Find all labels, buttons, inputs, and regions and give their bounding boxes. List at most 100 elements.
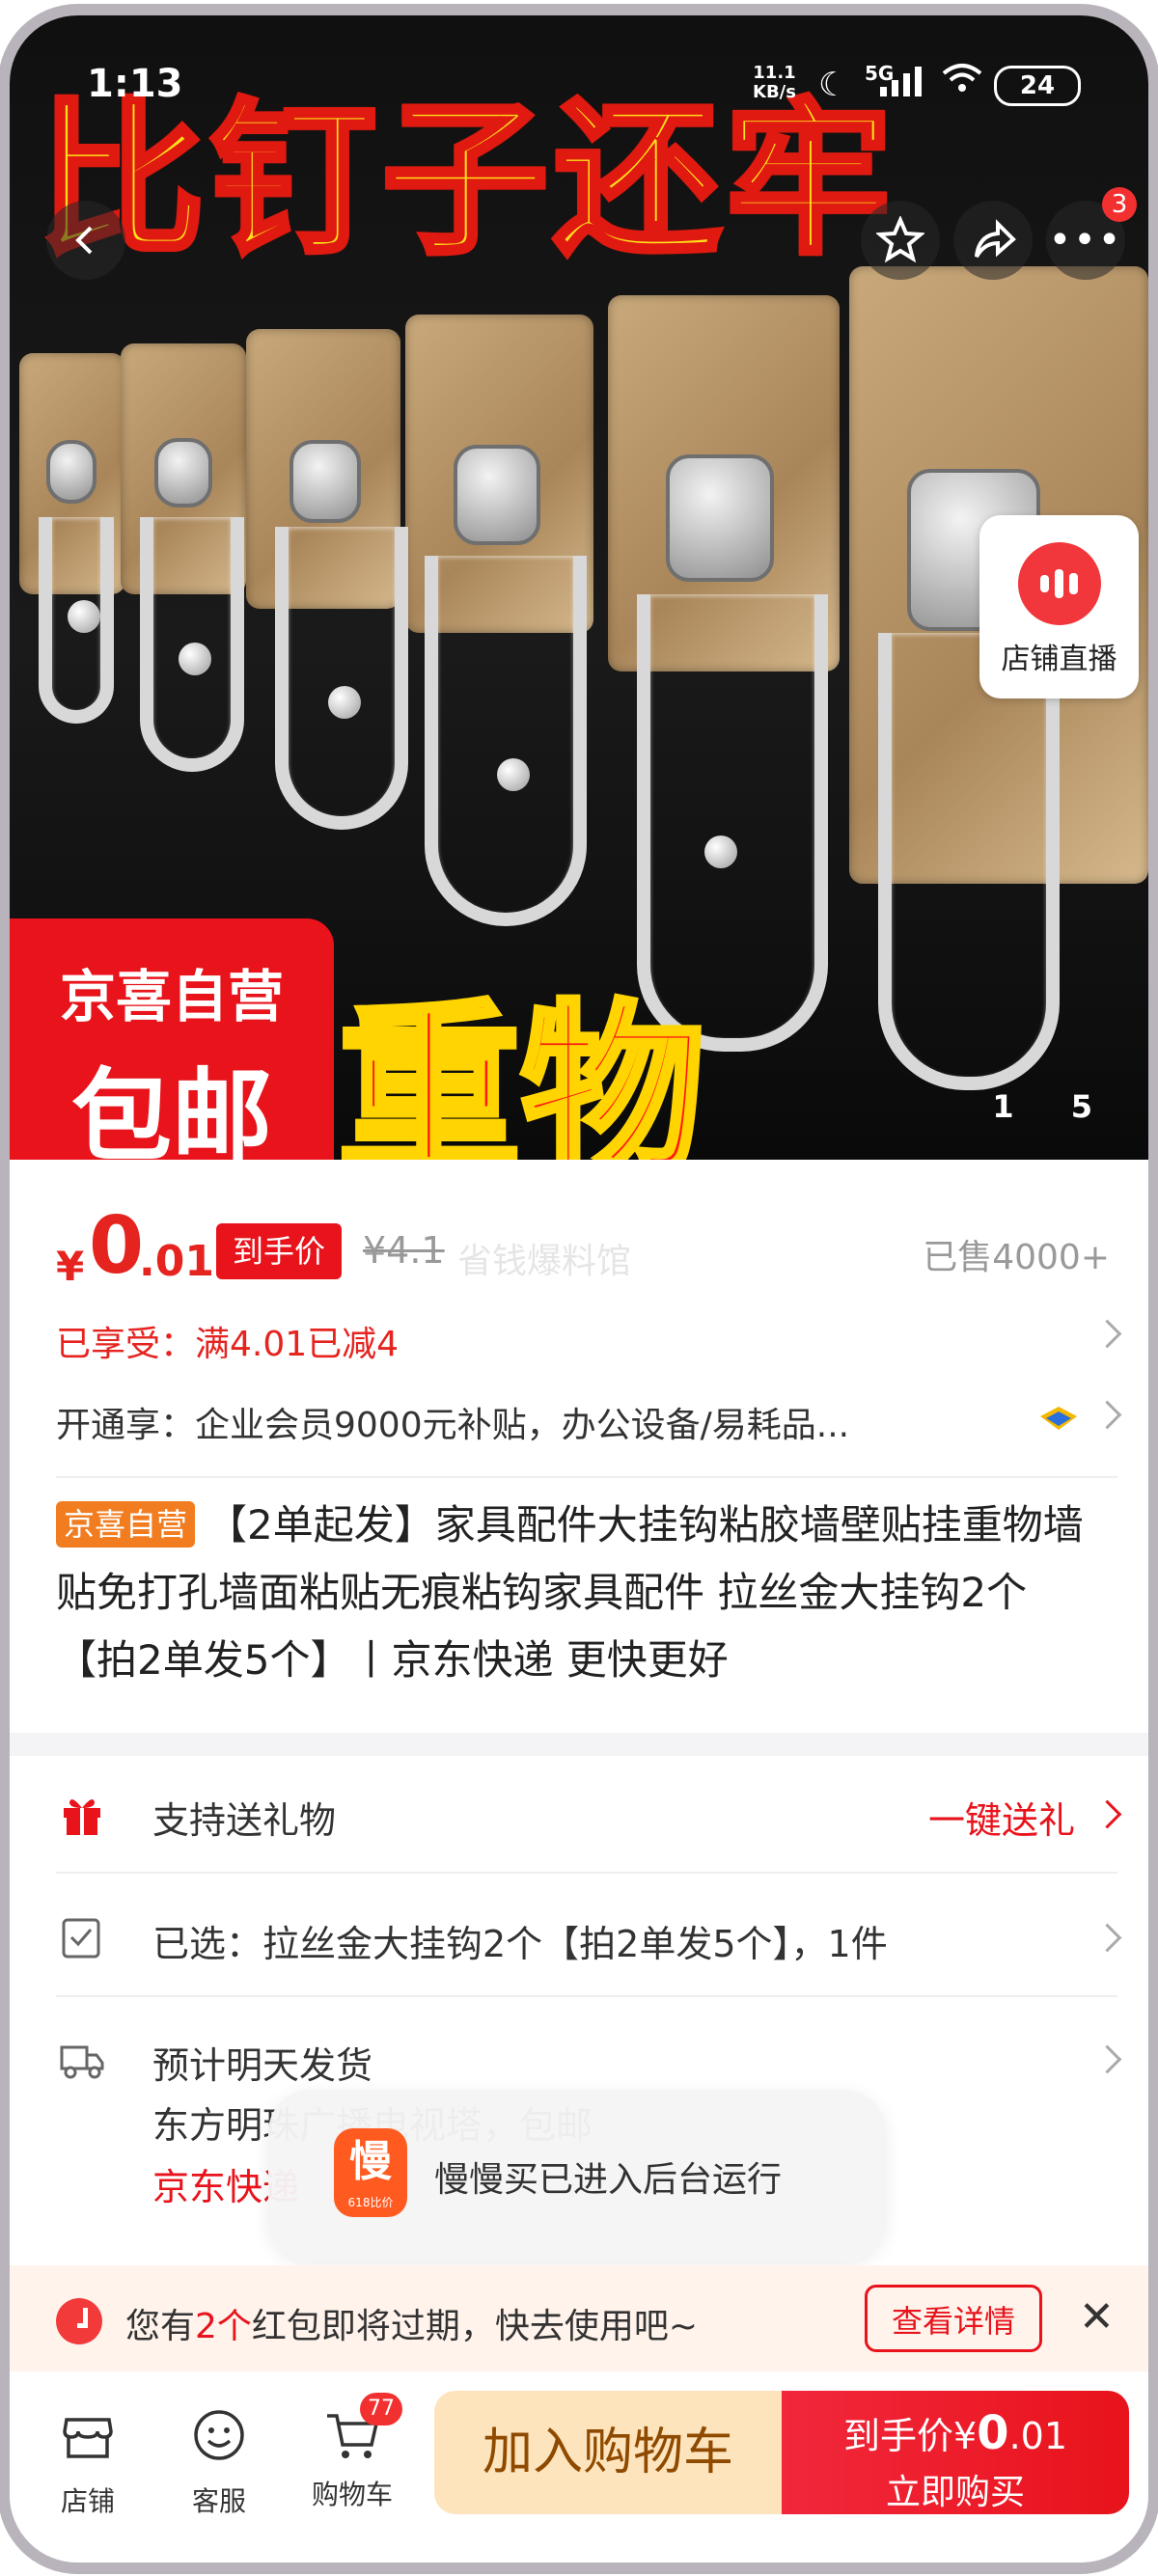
service-tab-label: 客服 <box>191 2485 246 2517</box>
pager-current: 1 <box>992 1088 1014 1125</box>
badge-line2: 包邮 <box>70 1057 272 1160</box>
hook-tip <box>704 836 737 868</box>
customer-service-icon <box>194 2410 244 2460</box>
ship-label: 预计明天发货 <box>152 2044 373 2087</box>
product-title: 京喜自营 【2单起发】家具配件大挂钩粘胶墙壁贴挂重物墙贴免打孔墙面粘贴无痕粘钩家具… <box>56 1492 1098 1694</box>
clock-icon <box>56 2298 102 2344</box>
signal-bars-icon <box>880 67 922 96</box>
jingxi-badge: 京喜自营 包邮 <box>10 918 334 1160</box>
moon-icon: ☾ <box>818 66 848 104</box>
more-icon: ••• <box>1048 218 1123 262</box>
coupon-text: 您有2个红包即将过期，快去使用吧~ <box>125 2298 698 2348</box>
buy-now-label: 立即购买 <box>885 2473 1025 2512</box>
promo-enjoyed-row[interactable]: 已享受：满4.01已减4 <box>56 1316 1122 1374</box>
chevron-right-icon <box>1092 1400 1122 1430</box>
bottom-action-bar: 店铺 客服 77 购物车 加入购物车 到手价¥0.01 立即购买 <box>10 2371 1148 2562</box>
selected-spec-text: 已选：拉丝金大挂钩2个【拍2单发5个】，1件 <box>152 1923 888 1965</box>
hook-mount <box>46 440 96 504</box>
cart-icon-wrap: 77 <box>323 2393 402 2464</box>
product-image-carousel[interactable]: 比钉子还牢 京喜自营 包邮 重物 1 5 <box>10 15 1148 1160</box>
divider <box>56 1872 1117 1874</box>
logo-sub: 618比价 <box>347 2196 394 2209</box>
shop-tab-label: 店铺 <box>60 2485 115 2517</box>
buy-now-button[interactable]: 到手价¥0.01 立即购买 <box>782 2391 1129 2514</box>
original-price: ¥4.1 <box>363 1229 445 1272</box>
more-badge: 3 <box>1102 187 1137 222</box>
live-label: 店铺直播 <box>1001 643 1117 676</box>
star-icon <box>876 216 924 263</box>
gift-label: 支持送礼物 <box>152 1799 337 1842</box>
favorite-button[interactable] <box>861 201 940 280</box>
live-icon <box>1017 542 1101 625</box>
battery-indicator: 24 <box>994 66 1081 106</box>
buy-price: 到手价¥0.01 <box>782 2406 1129 2460</box>
truck-icon <box>60 2045 104 2079</box>
product-title-text: 【2单起发】家具配件大挂钩粘胶墙壁贴挂重物墙贴免打孔墙面粘贴无痕粘钩家具配件 拉… <box>56 1501 1084 1684</box>
shop-watermark: 省钱爆料馆 <box>457 1242 632 1281</box>
share-button[interactable] <box>953 201 1033 280</box>
jingxi-tag: 京喜自营 <box>56 1501 196 1548</box>
divider <box>56 1995 1117 1997</box>
hook-tip <box>68 600 100 633</box>
net-speed-unit: KB/s <box>753 82 796 102</box>
cart-tab[interactable]: 77 购物车 <box>299 2393 405 2512</box>
chevron-left-icon <box>75 226 93 255</box>
price-decimal: .01 <box>139 1237 214 1286</box>
store-live-button[interactable]: 店铺直播 <box>979 515 1139 699</box>
pager-total: 5 <box>1070 1088 1092 1125</box>
toast-message: 慢慢买已进入后台运行 <box>434 2160 783 2200</box>
service-tab[interactable]: 客服 <box>166 2406 272 2519</box>
add-to-cart-button[interactable]: 加入购物车 <box>434 2391 782 2514</box>
phone-screen: 比钉子还牢 京喜自营 包邮 重物 1 5 1:13 11.1 KB/s ☾ 5G… <box>10 15 1148 2562</box>
buy-price-label: 到手价 <box>842 2415 953 2457</box>
hook-mount <box>290 440 361 523</box>
selected-spec-row[interactable]: 已选：拉丝金大挂钩2个【拍2单发5个】，1件 <box>56 1910 1122 1968</box>
net-speed: 11.1 KB/s <box>753 64 796 102</box>
price-row: ¥ 0 .01 到手价 ¥4.1 省钱爆料馆 已售4000+ <box>56 1192 1117 1292</box>
membership-row[interactable]: 开通享：企业会员9000元补贴，办公设备/易耗品... <box>56 1397 1122 1455</box>
background-run-toast: 慢 618比价 慢慢买已进入后台运行 <box>268 2090 886 2261</box>
store-icon <box>63 2418 113 2458</box>
share-icon <box>975 219 1016 259</box>
back-button[interactable] <box>46 201 125 280</box>
member-diamond-icon <box>1040 1407 1077 1430</box>
coupon-post: 红包即将过期，快去使用吧~ <box>251 2307 699 2346</box>
logo-text: 慢 <box>349 2137 392 2186</box>
net-speed-value: 11.1 <box>753 63 796 83</box>
hook-mount <box>666 454 774 582</box>
status-bar: 1:13 11.1 KB/s ☾ 5G 24 <box>10 15 1148 106</box>
hook-tip <box>497 758 530 791</box>
manmanmai-logo: 慢 618比价 <box>334 2128 407 2217</box>
shop-tab[interactable]: 店铺 <box>35 2406 141 2519</box>
badge-line1: 京喜自营 <box>59 964 284 1029</box>
coupon-pre: 您有 <box>125 2307 196 2346</box>
hook-mount <box>154 438 212 507</box>
hook <box>275 527 408 830</box>
promo-enjoyed-text: 已享受：满4.01已减4 <box>56 1325 400 1364</box>
membership-text: 开通享：企业会员9000元补贴，办公设备/易耗品... <box>56 1406 850 1445</box>
heavy-text: 重物 <box>335 981 707 1160</box>
hook-mount <box>454 445 540 545</box>
coupon-count: 2个 <box>195 2307 252 2346</box>
wifi-icon <box>942 64 982 92</box>
coupon-expiry-bar: 您有2个红包即将过期，快去使用吧~ 查看详情 ✕ <box>10 2265 1148 2371</box>
buy-price-dec: .01 <box>1008 2415 1068 2457</box>
hook <box>425 556 587 926</box>
cart-badge: 77 <box>360 2393 402 2425</box>
spec-icon <box>62 1918 100 1959</box>
gift-row[interactable]: 支持送礼物 一键送礼 <box>56 1787 1122 1845</box>
gift-action: 一键送礼 <box>927 1799 1075 1842</box>
status-time: 1:13 <box>87 62 183 106</box>
buy-currency: ¥ <box>952 2415 978 2457</box>
hook <box>878 633 1060 1090</box>
cart-tab-label: 购物车 <box>311 2479 393 2510</box>
price-currency: ¥ <box>56 1243 85 1290</box>
view-details-button[interactable]: 查看详情 <box>865 2285 1042 2352</box>
chevron-right-icon <box>1092 1923 1122 1953</box>
hook-tip <box>328 686 361 719</box>
hook-tip <box>179 643 211 675</box>
close-icon[interactable]: ✕ <box>1079 2292 1115 2342</box>
section-gap <box>10 1733 1148 1756</box>
chevron-right-icon <box>1092 1799 1122 1829</box>
price-integer: 0 <box>89 1200 145 1292</box>
